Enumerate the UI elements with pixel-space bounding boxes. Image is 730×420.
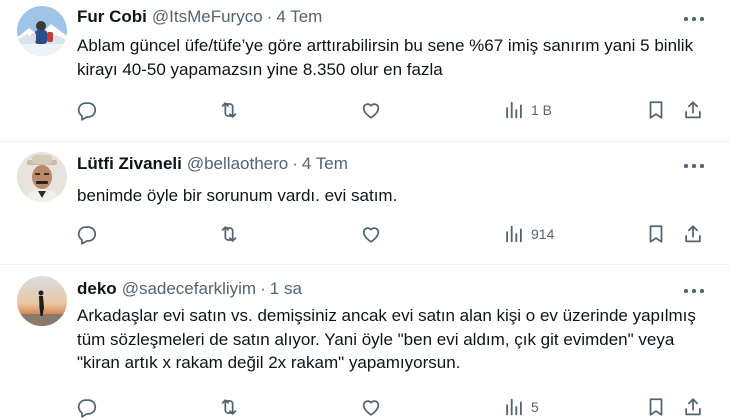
user-handle[interactable]: @ItsMeFuryco [152,7,263,26]
tweet-header: Fur Cobi @ItsMeFuryco · 4 Tem [77,7,322,27]
display-name[interactable]: deko [77,279,117,298]
bookmark-button[interactable] [645,395,667,419]
tweet[interactable]: Fur Cobi @ItsMeFuryco · 4 Tem Ablam güncel … [0,0,730,140]
tweet-actions: 1 B [0,98,730,122]
dot-icon [684,164,688,168]
views-icon [506,101,522,119]
bookmark-icon [649,398,663,416]
timestamp[interactable]: 4 Tem [276,7,322,26]
avatar[interactable] [17,152,67,202]
more-options-button[interactable] [682,155,706,175]
like-button[interactable] [360,98,382,122]
views-count: 1 B [531,102,553,118]
views-count: 5 [531,399,539,415]
retweet-button[interactable] [218,222,240,246]
views-icon [506,225,522,243]
more-options-button[interactable] [682,8,706,28]
avatar-image [17,276,67,326]
tweet-actions: 5 [0,395,730,419]
separator: · [266,7,273,26]
share-button[interactable] [682,98,704,122]
tweet-actions: 914 [0,222,730,246]
display-name[interactable]: Fur Cobi [77,7,147,26]
share-icon [685,101,701,119]
like-button[interactable] [360,395,382,419]
dot-icon [700,164,704,168]
bookmark-button[interactable] [645,98,667,122]
timestamp[interactable]: 4 Tem [302,154,348,173]
bookmark-icon [649,225,663,243]
retweet-icon [221,399,237,415]
dot-icon [700,17,704,21]
reply-icon [77,399,97,418]
tweet-header: Lütfi Zivaneli @bellaothero · 4 Tem [77,154,348,174]
share-button[interactable] [682,222,704,246]
like-button[interactable] [360,222,382,246]
separator: · [260,279,266,298]
heart-icon [362,103,380,119]
avatar[interactable] [17,276,67,326]
avatar-image [17,152,67,202]
tweet-text: Ablam güncel üfe/tüfe’ye göre arttırabil… [77,36,694,79]
tweet-text: benimde öyle bir sorunum vardı. evi satı… [77,186,398,205]
share-icon [685,398,701,416]
dot-icon [700,289,704,293]
separator: · [292,154,298,173]
tweet[interactable]: Lütfi Zivaneli @bellaothero · 4 Tem benimde… [0,142,730,264]
more-options-button[interactable] [682,280,706,300]
heart-icon [362,227,380,243]
share-icon [685,225,701,243]
views-button[interactable]: 914 [503,222,554,246]
display-name[interactable]: Lütfi Zivaneli [77,154,182,173]
bookmark-button[interactable] [645,222,667,246]
views-button[interactable]: 1 B [503,98,552,122]
retweet-icon [221,102,237,118]
views-count: 914 [531,226,555,242]
avatar[interactable] [17,6,67,56]
user-handle[interactable]: @bellaothero [187,154,288,173]
dot-icon [692,17,696,21]
retweet-button[interactable] [218,395,240,419]
tweet-header: deko @sadecefarkliyim · 1 sa [77,279,302,299]
share-button[interactable] [682,395,704,419]
timestamp[interactable]: 1 sa [270,279,302,298]
heart-icon [362,400,380,416]
reply-button[interactable] [76,98,98,122]
retweet-button[interactable] [218,98,240,122]
user-handle[interactable]: @sadecefarkliyim [122,279,256,298]
reply-button[interactable] [76,222,98,246]
avatar-image [17,6,67,56]
retweet-icon [221,226,237,242]
dot-icon [692,289,696,293]
views-icon [506,398,522,416]
dot-icon [692,164,696,168]
tweet-text: Arkadaşlar evi satın vs. demişsiniz anca… [77,306,696,372]
reply-icon [77,102,97,121]
dot-icon [684,289,688,293]
bookmark-icon [649,101,663,119]
views-button[interactable]: 5 [503,395,539,419]
reply-icon [77,226,97,245]
dot-icon [684,17,688,21]
tweet[interactable]: deko @sadecefarkliyim · 1 sa Arkadaşlar evi… [0,265,730,420]
reply-button[interactable] [76,395,98,419]
